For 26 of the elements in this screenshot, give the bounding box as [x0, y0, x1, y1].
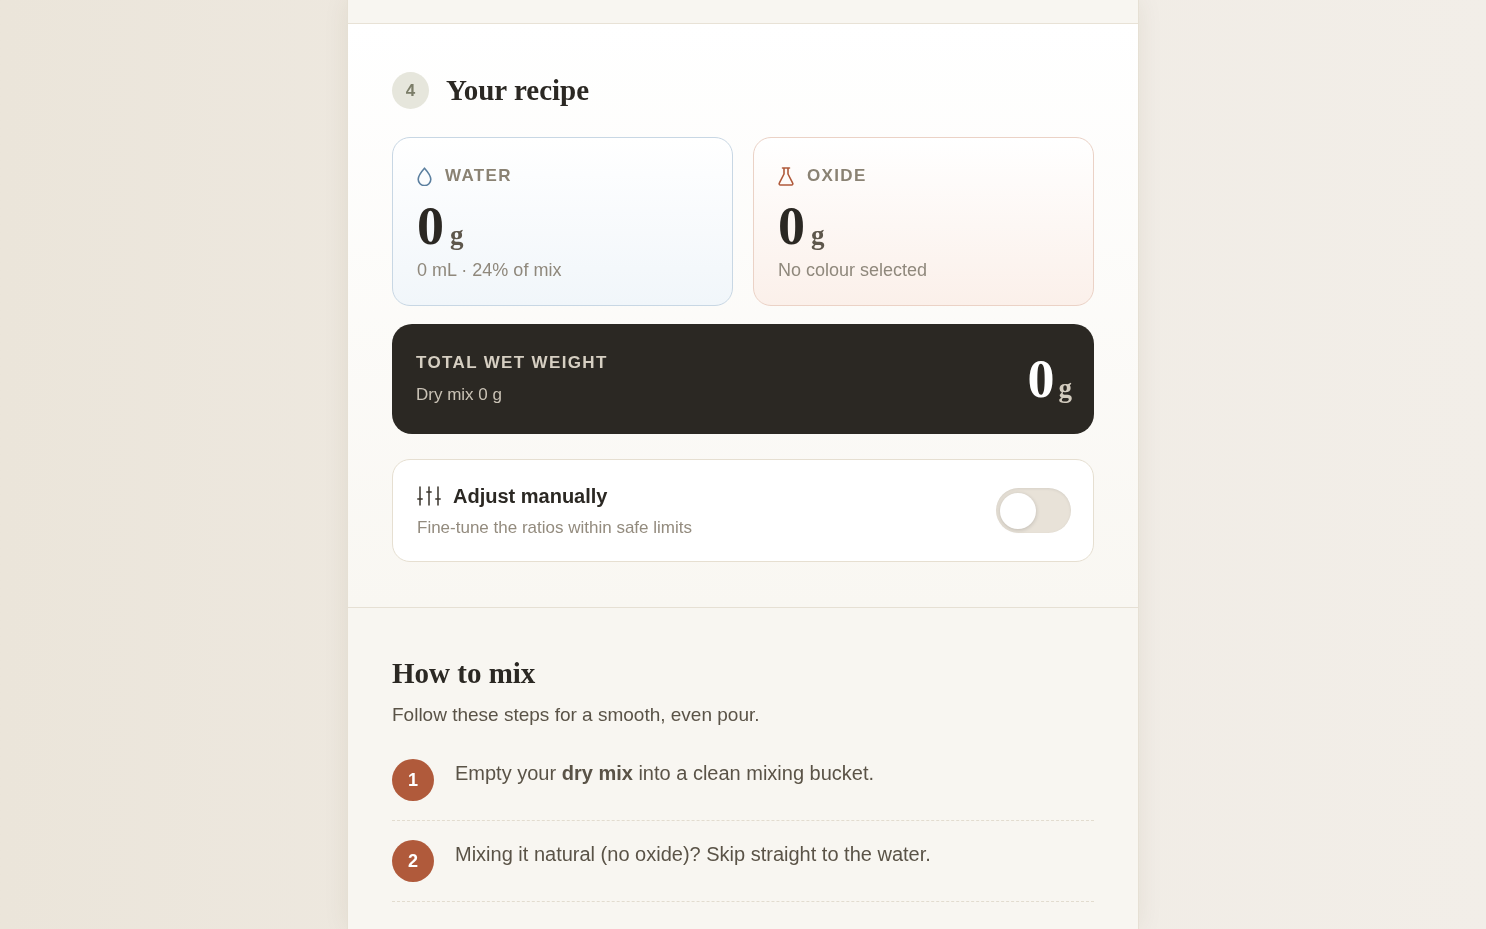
weight-unit: g: [1058, 375, 1072, 402]
water-drop-icon: [417, 166, 432, 186]
weight-value: 0: [778, 199, 805, 253]
weight-unit: g: [450, 222, 464, 249]
step-number-badge: 2: [392, 840, 434, 882]
step-number-badge: 4: [392, 72, 429, 109]
weight-value: 0: [1027, 352, 1055, 406]
ingredient-label: OXIDE: [807, 165, 867, 187]
weight-value: 0: [417, 199, 444, 253]
adjust-title: Adjust manually: [453, 483, 608, 509]
section-title: How to mix: [392, 656, 537, 690]
adjust-description: Fine-tune the ratios within safe limits: [417, 516, 692, 539]
dry-mix-text: Dry mix 0 g: [416, 384, 503, 406]
step-number-badge: 1: [392, 759, 434, 801]
total-label: TOTAL WET WEIGHT: [416, 352, 608, 374]
sliders-icon: [417, 485, 441, 506]
step-text: Mixing it natural (no oxide)? Skip straight to the water.: [455, 842, 931, 867]
weight-unit: g: [811, 222, 825, 249]
flask-icon: [778, 166, 794, 186]
ingredient-label: WATER: [445, 165, 512, 187]
intro-text: Follow these steps for a smooth, even pour.: [392, 703, 761, 727]
ingredient-detail: 0 mL · 24% of mix: [417, 259, 563, 282]
section-title: Your recipe: [446, 76, 590, 105]
ingredient-detail: No colour selected: [778, 259, 929, 282]
toggle-switch[interactable]: [996, 488, 1071, 533]
step-text: Empty your dry mix into a clean mixing bucket.: [455, 761, 875, 786]
